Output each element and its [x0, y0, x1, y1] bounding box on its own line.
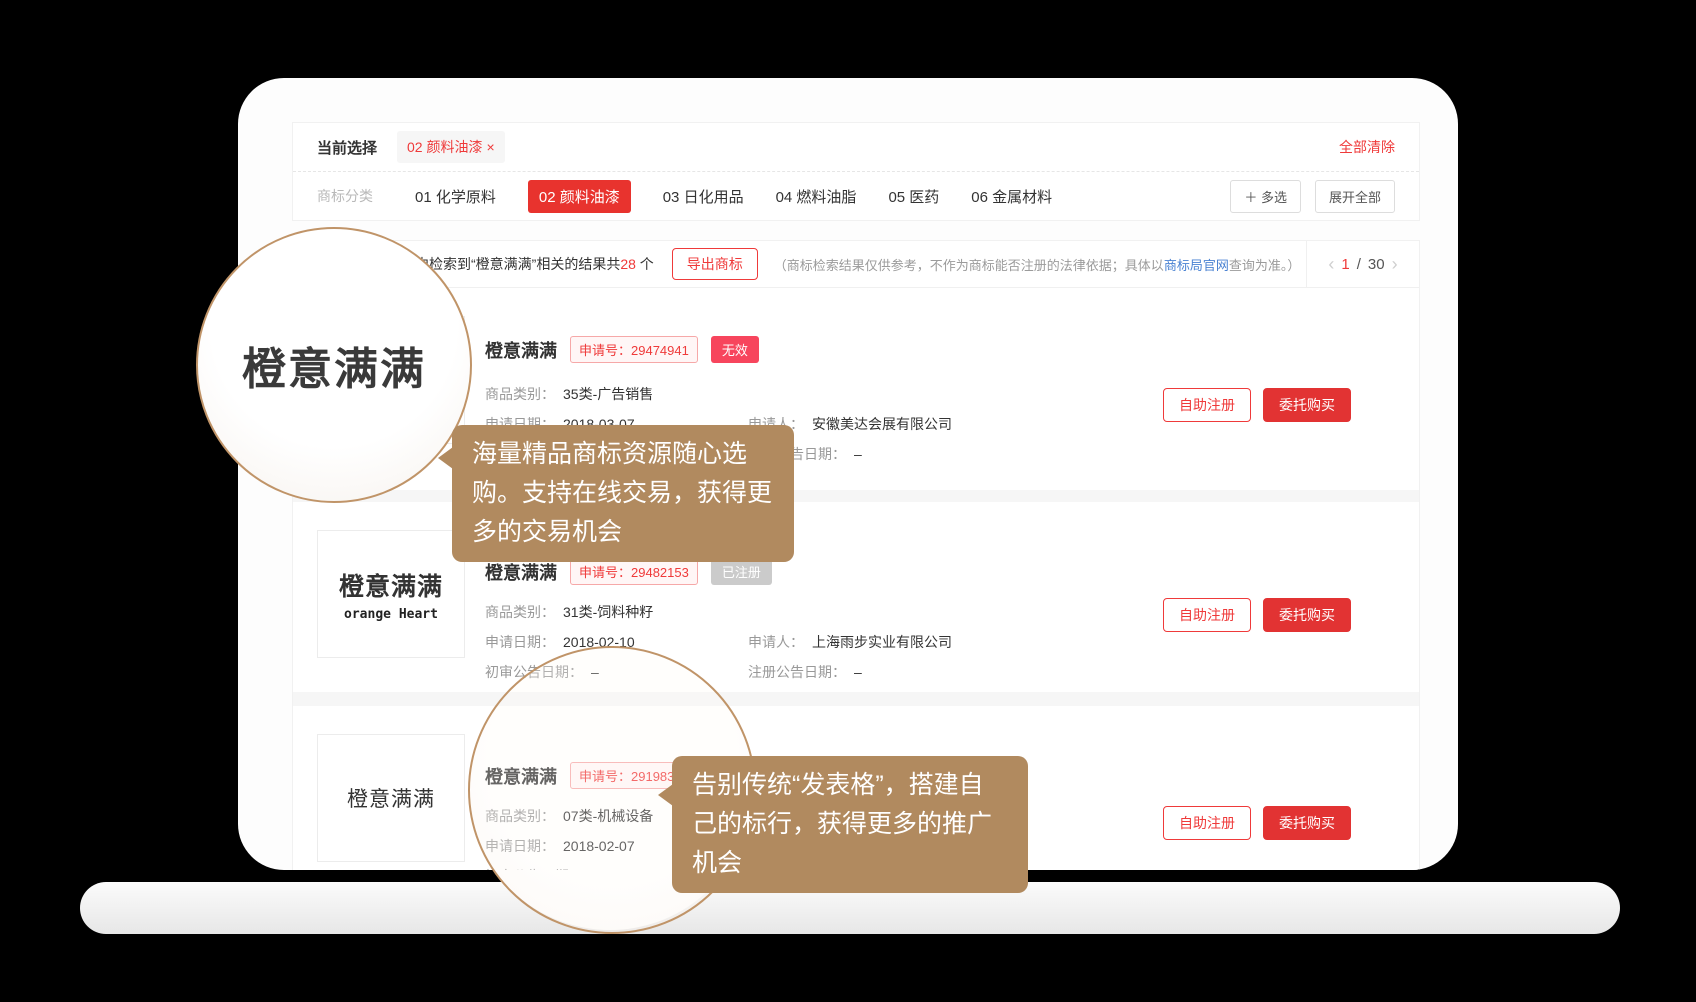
- application-number-label: 申请号：: [579, 565, 631, 580]
- field-label: 初审公告日期：: [485, 868, 583, 870]
- trademark-image-subtext: orange Heart: [344, 607, 438, 622]
- trademark-name: 橙意满满: [485, 337, 557, 363]
- tooltip-text: 海量精品商标资源随心选购。支持在线交易，获得更多的交易机会: [472, 440, 772, 546]
- current-selection-label: 当前选择: [317, 137, 377, 158]
- field-value: –: [854, 446, 862, 462]
- field-value: 35类-广告销售: [563, 386, 653, 402]
- category-item-02-selected[interactable]: 02 颜料油漆: [528, 180, 631, 213]
- trademark-image-3: 橙意满满: [317, 734, 465, 862]
- category-label: 商标分类: [317, 186, 373, 206]
- trademark-name: 橙意满满: [485, 559, 557, 585]
- trademark-office-link[interactable]: 商标局官网: [1164, 258, 1229, 273]
- field-value: –: [854, 664, 862, 680]
- trademark-image-text: 橙意满满: [347, 783, 435, 813]
- category-item-01[interactable]: 01 化学原料: [415, 186, 496, 207]
- category-list: 01 化学原料 02 颜料油漆 03 日化用品 04 燃料油脂 05 医药 06…: [415, 180, 1052, 213]
- pagination: ‹ 1 / 30 ›: [1306, 241, 1419, 287]
- multi-select-button[interactable]: ＋ 多选: [1230, 180, 1301, 213]
- category-item-04[interactable]: 04 燃料油脂: [776, 186, 857, 207]
- next-page-icon[interactable]: ›: [1392, 254, 1398, 275]
- field-label: 申请人：: [748, 634, 804, 650]
- trademark-image-2: 橙意满满 orange Heart: [317, 530, 465, 658]
- clear-all-button[interactable]: 全部清除: [1339, 137, 1395, 157]
- tooltip-trade-resources: 海量精品商标资源随心选购。支持在线交易，获得更多的交易机会: [452, 425, 794, 562]
- disclaimer-suffix: 查询为准。）: [1229, 258, 1301, 273]
- current-page: 1: [1341, 256, 1349, 273]
- magnified-trademark-text: 橙意满满: [242, 333, 426, 397]
- tooltip-text: 告别传统“发表格”，搭建自己的标行，获得更多的推广机会: [692, 771, 992, 877]
- prev-page-icon[interactable]: ‹: [1328, 254, 1334, 275]
- field-label: 商品类别：: [485, 808, 555, 824]
- tooltip-arrow-icon: [438, 447, 453, 469]
- category-line: 商品类别： 35类-广告销售: [485, 384, 1119, 404]
- category-item-06[interactable]: 06 金属材料: [971, 186, 1052, 207]
- field-label: 申请日期：: [485, 838, 555, 854]
- field-value: 2018-02-07: [563, 838, 635, 854]
- field-value: 2018-02-10: [563, 634, 635, 650]
- apply-date-line: 申请日期： 2018-02-10 申请人： 上海雨步实业有限公司: [485, 632, 1119, 652]
- category-line: 商品类别： 31类-饲料种籽: [485, 602, 1119, 622]
- self-register-button[interactable]: 自助注册: [1163, 388, 1251, 422]
- category-item-05[interactable]: 05 医药: [888, 186, 939, 207]
- application-number-value: 29482153: [631, 565, 689, 580]
- trademark-name: 橙意满满: [485, 763, 557, 789]
- reg-publish-pair: 注册公告日期：–: [748, 662, 862, 682]
- results-count: 28: [620, 256, 636, 272]
- application-number-label: 申请号：: [579, 343, 631, 358]
- field-label: 商品类别：: [485, 386, 555, 402]
- selected-filter-tag-label: 02 颜料油漆: [407, 139, 482, 155]
- field-value: 31类-饲料种籽: [563, 604, 653, 620]
- status-badge-registered: 已注册: [711, 558, 772, 585]
- entrust-buy-button[interactable]: 委托购买: [1263, 806, 1351, 840]
- application-number-tag: 申请号：29474941: [570, 336, 698, 363]
- results-disclaimer: （商标检索结果仅供参考，不作为商标能否注册的法律依据；具体以商标局官网查询为准。…: [774, 255, 1301, 274]
- disclaimer-prefix: （商标检索结果仅供参考，不作为商标能否注册的法律依据；具体以: [774, 258, 1164, 273]
- laptop-screen: 当前选择 02 颜料油漆× 全部清除 商标分类 01 化学原料 02 颜料油漆 …: [238, 78, 1458, 870]
- marketing-mockup-canvas: 当前选择 02 颜料油漆× 全部清除 商标分类 01 化学原料 02 颜料油漆 …: [0, 0, 1696, 1002]
- results-summary-suffix: 个: [636, 256, 654, 272]
- row-gap: [293, 692, 1419, 706]
- category-item-03[interactable]: 03 日化用品: [663, 186, 744, 207]
- tooltip-arrow-icon: [658, 784, 673, 806]
- current-selection-row: 当前选择 02 颜料油漆× 全部清除: [293, 123, 1419, 171]
- applicant-pair: 申请人： 上海雨步实业有限公司: [748, 632, 952, 652]
- field-label: 初审公告日期：: [485, 664, 583, 680]
- trademark-title-line: 橙意满满 申请号：29482153 已注册: [485, 558, 1119, 585]
- publish-date-line: 初审公告日期：– 注册公告日期：–: [485, 662, 1119, 682]
- magnifier-circle-1: 橙意满满: [196, 227, 472, 503]
- field-label: 申请日期：: [485, 634, 555, 650]
- total-pages: 30: [1368, 256, 1385, 273]
- field-value: –: [591, 664, 599, 680]
- self-register-button[interactable]: 自助注册: [1163, 598, 1251, 632]
- status-badge-invalid: 无效: [711, 336, 759, 363]
- row-actions: 自助注册 委托购买: [1163, 806, 1351, 840]
- self-register-button[interactable]: 自助注册: [1163, 806, 1251, 840]
- category-row: 商标分类 01 化学原料 02 颜料油漆 03 日化用品 04 燃料油脂 05 …: [293, 172, 1419, 220]
- filter-panel: 当前选择 02 颜料油漆× 全部清除 商标分类 01 化学原料 02 颜料油漆 …: [292, 122, 1420, 221]
- entrust-buy-button[interactable]: 委托购买: [1263, 598, 1351, 632]
- entrust-buy-button[interactable]: 委托购买: [1263, 388, 1351, 422]
- export-trademarks-button[interactable]: 导出商标: [672, 248, 758, 280]
- category-actions: ＋ 多选 展开全部: [1230, 180, 1395, 213]
- field-value: 上海雨步实业有限公司: [812, 634, 952, 650]
- trademark-title-line: 橙意满满 申请号：29474941 无效: [485, 336, 1119, 363]
- row-actions: 自助注册 委托购买: [1163, 598, 1351, 632]
- selected-filter-tag[interactable]: 02 颜料油漆×: [397, 131, 505, 163]
- field-value: 安徽美达会展有限公司: [812, 416, 952, 432]
- application-number-value: 29474941: [631, 343, 689, 358]
- field-label: 商品类别：: [485, 604, 555, 620]
- field-value: 2018-10-06: [591, 868, 663, 870]
- tooltip-promotion: 告别传统“发表格”，搭建自己的标行，获得更多的推广机会: [672, 756, 1028, 893]
- row-actions: 自助注册 委托购买: [1163, 388, 1351, 422]
- expand-all-button[interactable]: 展开全部: [1315, 180, 1395, 213]
- field-value: 07类-机械设备: [563, 808, 653, 824]
- remove-filter-icon[interactable]: ×: [486, 139, 494, 155]
- trademark-image-text: 橙意满满: [339, 567, 443, 603]
- application-number-tag: 申请号：29482153: [570, 558, 698, 585]
- page-separator: /: [1357, 256, 1361, 273]
- field-label: 注册公告日期：: [748, 664, 846, 680]
- application-number-label: 申请号：: [579, 769, 631, 784]
- results-header: 为您在出售商标中检索到“橙意满满”相关的结果共28 个 导出商标 （商标检索结果…: [293, 241, 1419, 288]
